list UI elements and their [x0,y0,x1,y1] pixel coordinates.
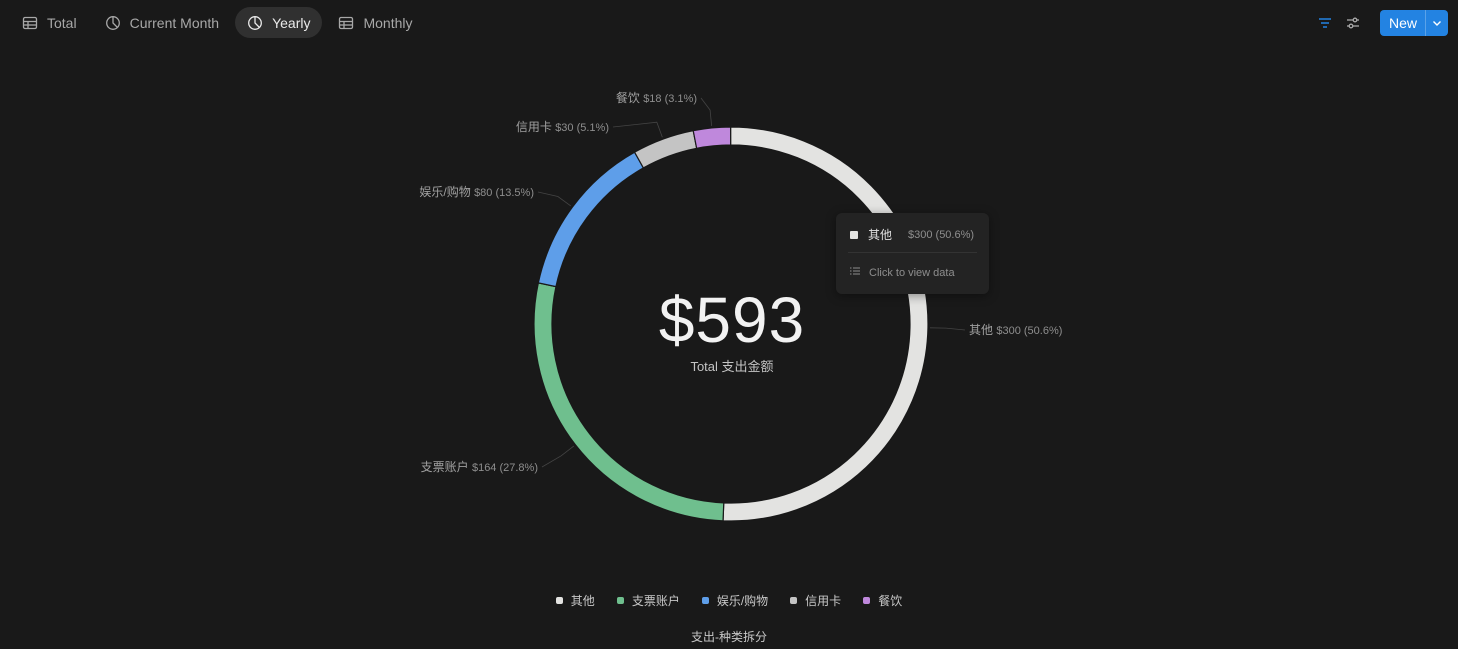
tooltip-divider [848,252,977,253]
total-value: $593 [658,284,806,356]
legend-item-1[interactable]: 支票账户 [616,592,680,609]
list-icon [850,266,869,279]
donut-slice-4[interactable] [692,126,732,150]
legend-swatch [701,597,709,604]
leader-line-1 [541,445,575,468]
view-data-link[interactable]: Click to view data [850,266,955,279]
leader-line-0 [929,327,966,331]
leader-line-3 [612,121,663,138]
chart-tooltip: 其他 $300 (50.6%) Click to view data [836,213,989,294]
view-data-label: Click to view data [869,266,955,279]
leader-line-2 [537,191,572,207]
legend-label: 支票账户 [631,594,680,608]
total-label: Total 支出金额 [690,359,774,374]
leader-line-4 [700,97,713,126]
slice-label-4: 餐饮 $18 (3.1%) [616,90,697,105]
legend-item-3[interactable]: 信用卡 [790,592,841,609]
tooltip-name: 其他 [868,228,893,242]
slice-label-2: 娱乐/购物 $80 (13.5%) [419,184,534,199]
legend-item-2[interactable]: 娱乐/购物 [701,592,769,609]
donut-slice-2[interactable] [537,151,645,288]
chart-legend: 其他 支票账户 娱乐/购物 信用卡 餐饮 [0,592,1458,609]
legend-item-0[interactable]: 其他 [555,592,595,609]
legend-swatch [790,597,798,604]
legend-swatch [616,597,624,604]
tooltip-swatch [850,230,858,239]
legend-label: 其他 [570,594,595,608]
legend-swatch [555,597,563,604]
legend-label: 餐饮 [878,594,903,608]
chart-title: 支出-种类拆分 [691,630,767,644]
slice-label-3: 信用卡 $30 (5.1%) [516,120,609,134]
tooltip-value: $300 (50.6%) [908,228,975,241]
donut-slice-3[interactable] [633,129,698,169]
slice-label-0: 其他 $300 (50.6%) [969,323,1062,337]
tooltip-row: 其他 $300 (50.6%) [850,226,974,243]
legend-label: 娱乐/购物 [716,594,769,608]
legend-item-4[interactable]: 餐饮 [863,592,902,609]
slice-label-1: 支票账户 $164 (27.8%) [421,459,538,474]
legend-swatch [863,597,871,604]
legend-label: 信用卡 [805,594,842,608]
